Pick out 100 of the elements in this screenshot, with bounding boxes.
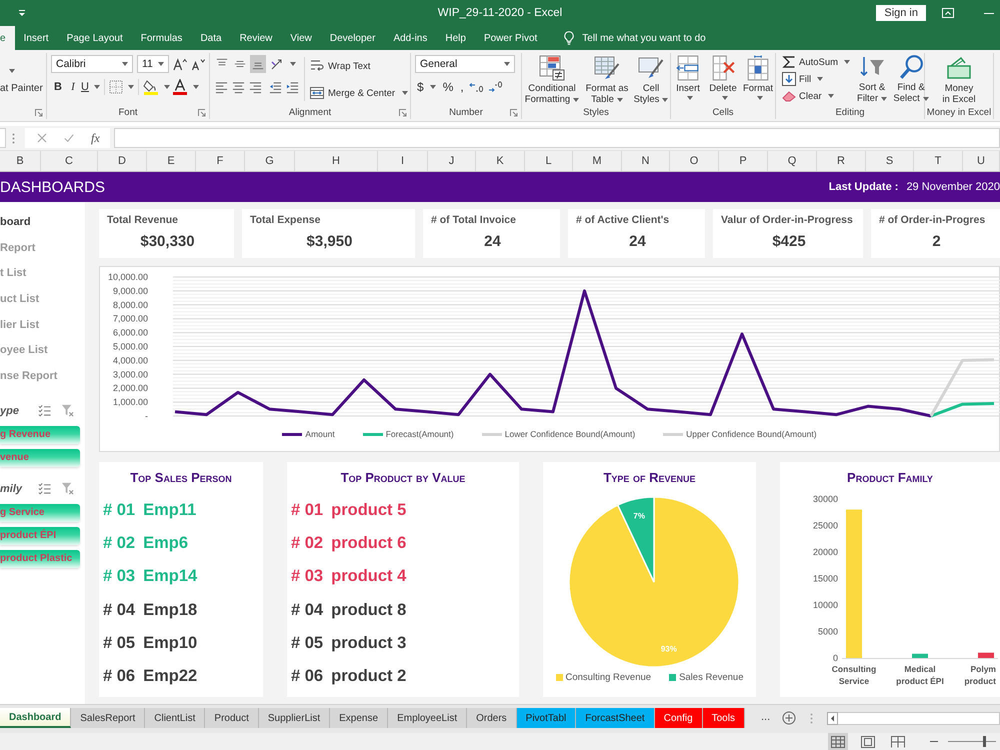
- font-size-field[interactable]: 11: [137, 55, 169, 73]
- fill-button[interactable]: Fill: [780, 71, 852, 87]
- scroll-left-icon[interactable]: [827, 712, 838, 725]
- horizontal-scrollbar[interactable]: [838, 712, 1000, 725]
- underline-button[interactable]: U: [81, 81, 100, 93]
- column-header[interactable]: U: [963, 151, 1000, 171]
- column-header[interactable]: F: [196, 151, 245, 171]
- money-in-excel-button[interactable]: Money in Excel: [940, 55, 978, 105]
- ribbon-tab[interactable]: Formulas: [132, 26, 192, 50]
- find-select-button[interactable]: Find & Select: [892, 54, 930, 106]
- column-header[interactable]: I: [378, 151, 428, 171]
- more-icon[interactable]: [12, 132, 15, 144]
- bold-button[interactable]: B: [51, 81, 65, 93]
- sheet-tab[interactable]: Config: [654, 708, 703, 728]
- borders-button[interactable]: [108, 80, 134, 94]
- delete-cells-button[interactable]: Delete: [707, 55, 739, 100]
- percent-button[interactable]: %: [440, 80, 456, 94]
- autosum-button[interactable]: AutoSum: [780, 54, 852, 70]
- dialog-launcher-icon[interactable]: [35, 108, 43, 116]
- currency-button[interactable]: $: [415, 80, 438, 94]
- sign-in-button[interactable]: Sign in: [876, 5, 926, 21]
- dialog-launcher-icon[interactable]: [510, 108, 518, 116]
- column-header[interactable]: T: [914, 151, 963, 171]
- column-header[interactable]: M: [573, 151, 622, 171]
- column-header[interactable]: E: [147, 151, 196, 171]
- clear-filter-icon[interactable]: [61, 482, 74, 496]
- more-sheets-button[interactable]: ...: [756, 711, 774, 723]
- sheet-tab[interactable]: ForcastSheet: [576, 708, 655, 728]
- column-header[interactable]: R: [817, 151, 866, 171]
- align-center-icon[interactable]: [232, 80, 245, 94]
- view-button[interactable]: [828, 733, 848, 750]
- dialog-launcher-icon[interactable]: [198, 108, 206, 116]
- grow-font-icon[interactable]: [173, 57, 187, 71]
- minimize-icon[interactable]: [984, 12, 994, 14]
- comma-style-button[interactable]: ,: [458, 80, 466, 94]
- column-header[interactable]: D: [98, 151, 147, 171]
- multi-select-icon[interactable]: [38, 482, 51, 496]
- sheet-tab[interactable]: ClientList: [145, 708, 206, 728]
- ribbon-display-icon[interactable]: [942, 8, 954, 18]
- format-cells-button[interactable]: Format: [742, 55, 774, 100]
- align-left-icon[interactable]: [215, 80, 228, 94]
- sort-filter-button[interactable]: Sort & Filter: [855, 54, 890, 106]
- column-header[interactable]: O: [670, 151, 719, 171]
- column-header[interactable]: S: [866, 151, 914, 171]
- number-format-field[interactable]: General: [415, 55, 515, 73]
- ribbon-tab[interactable]: Insert: [14, 26, 58, 50]
- sheet-tab[interactable]: SupplierList: [258, 708, 330, 728]
- insert-function-button[interactable]: fx: [91, 130, 100, 146]
- column-header[interactable]: P: [719, 151, 768, 171]
- column-header[interactable]: B: [0, 151, 41, 171]
- add-sheet-icon[interactable]: [782, 711, 796, 725]
- column-header[interactable]: N: [622, 151, 670, 171]
- column-header[interactable]: C: [41, 151, 98, 171]
- fill-color-button[interactable]: [142, 79, 170, 95]
- cell-styles-button[interactable]: Cell Styles: [633, 55, 669, 105]
- ribbon-tab[interactable]: e: [0, 26, 15, 50]
- sheet-tab[interactable]: Orders: [467, 708, 517, 728]
- lightbulb-icon[interactable]: [564, 31, 574, 45]
- sheet-tab[interactable]: Tools: [702, 708, 745, 728]
- merge-center-button[interactable]: Merge & Center: [309, 82, 410, 104]
- zoom-slider-thumb[interactable]: [982, 736, 986, 747]
- align-right-icon[interactable]: [249, 80, 262, 94]
- shrink-font-icon[interactable]: [191, 57, 205, 71]
- column-header[interactable]: L: [525, 151, 573, 171]
- formula-input[interactable]: [114, 128, 1000, 148]
- tell-me-field[interactable]: Tell me what you want to do: [574, 26, 752, 50]
- view-button[interactable]: [858, 733, 878, 750]
- ribbon-tab[interactable]: Data: [191, 26, 231, 50]
- sheet-tab[interactable]: Product: [205, 708, 259, 728]
- ribbon-tab[interactable]: View: [281, 26, 321, 50]
- wrap-text-button[interactable]: Wrap Text: [309, 55, 372, 77]
- ribbon-tab[interactable]: Help: [436, 26, 475, 50]
- ribbon-tab[interactable]: Add-ins: [384, 26, 436, 50]
- ribbon-tab[interactable]: Page Layout: [58, 26, 132, 50]
- sheet-tab[interactable]: SalesReport: [71, 708, 146, 728]
- column-header[interactable]: J: [428, 151, 476, 171]
- font-color-button[interactable]: [172, 79, 199, 95]
- vertical-align-button[interactable]: [250, 55, 266, 73]
- customize-toolbar-icon[interactable]: [18, 9, 26, 17]
- clear-button[interactable]: Clear: [780, 88, 852, 104]
- insert-cells-button[interactable]: Insert: [672, 55, 704, 100]
- sheet-tab[interactable]: Dashboard: [0, 708, 72, 728]
- ribbon-tab[interactable]: Power Pivot: [474, 26, 546, 50]
- column-header[interactable]: K: [476, 151, 525, 171]
- clear-filter-icon[interactable]: [61, 404, 74, 418]
- sheet-tab[interactable]: PivotTabl: [516, 708, 576, 728]
- ribbon-tab[interactable]: Developer: [320, 26, 384, 50]
- font-name-field[interactable]: Calibri: [51, 55, 133, 73]
- sheet-tab[interactable]: EmployeeList: [388, 708, 468, 728]
- view-button[interactable]: [888, 733, 908, 750]
- increase-indent-icon[interactable]: [286, 80, 299, 94]
- format-painter-button[interactable]: at Painter: [0, 83, 43, 94]
- decrease-indent-icon[interactable]: [269, 80, 282, 94]
- nav-item[interactable]: board: [0, 209, 85, 235]
- column-header[interactable]: Q: [768, 151, 817, 171]
- dialog-launcher-icon[interactable]: [399, 108, 407, 116]
- italic-button[interactable]: I: [67, 81, 79, 93]
- column-header[interactable]: H: [295, 151, 378, 171]
- sheet-tab[interactable]: Expense: [330, 708, 388, 728]
- conditional-formatting-button[interactable]: Conditional Formatting: [523, 55, 581, 105]
